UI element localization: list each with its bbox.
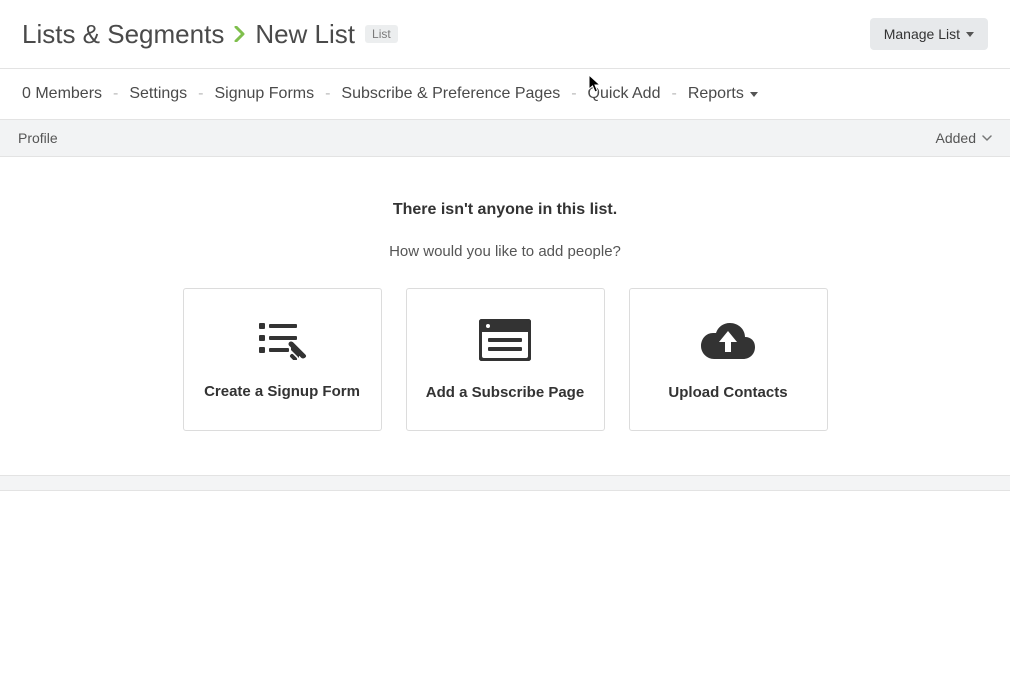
chevron-right-icon xyxy=(234,26,245,42)
tab-signup-forms[interactable]: Signup Forms xyxy=(215,85,315,103)
breadcrumb-root-link[interactable]: Lists & Segments xyxy=(22,19,224,50)
tab-members[interactable]: 0 Members xyxy=(22,85,102,103)
tabs-nav: 0 Members - Settings - Signup Forms - Su… xyxy=(0,69,1010,119)
card-create-signup-form[interactable]: Create a Signup Form xyxy=(183,288,382,431)
tab-separator: - xyxy=(325,85,330,103)
type-badge: List xyxy=(365,25,398,43)
list-header-bar: Profile Added xyxy=(0,119,1010,157)
tab-quick-add[interactable]: Quick Add xyxy=(588,85,661,103)
tab-reports[interactable]: Reports xyxy=(688,85,758,103)
chevron-down-icon xyxy=(982,135,992,141)
manage-list-button[interactable]: Manage List xyxy=(870,18,988,50)
column-added-label: Added xyxy=(936,130,976,146)
manage-list-label: Manage List xyxy=(884,26,960,42)
tab-reports-label: Reports xyxy=(688,85,744,103)
column-added-sort[interactable]: Added xyxy=(936,130,992,146)
tab-separator: - xyxy=(671,85,676,103)
card-label: Create a Signup Form xyxy=(204,383,360,400)
tab-separator: - xyxy=(571,85,576,103)
tab-subscribe-pages[interactable]: Subscribe & Preference Pages xyxy=(341,85,560,103)
breadcrumb: Lists & Segments New List List xyxy=(22,19,398,50)
column-profile: Profile xyxy=(18,130,58,146)
page-header: Lists & Segments New List List Manage Li… xyxy=(0,0,1010,68)
card-upload-contacts[interactable]: Upload Contacts xyxy=(629,288,828,431)
empty-subheading: How would you like to add people? xyxy=(0,243,1010,260)
footer-strip xyxy=(0,475,1010,491)
empty-state: There isn't anyone in this list. How wou… xyxy=(0,157,1010,471)
caret-down-icon xyxy=(750,92,758,97)
action-cards: Create a Signup Form Add a Subscribe Pag… xyxy=(0,288,1010,431)
card-label: Add a Subscribe Page xyxy=(426,384,584,401)
caret-down-icon xyxy=(966,32,974,37)
form-list-icon xyxy=(257,320,307,365)
page-icon xyxy=(479,319,531,366)
card-add-subscribe-page[interactable]: Add a Subscribe Page xyxy=(406,288,605,431)
empty-heading: There isn't anyone in this list. xyxy=(0,201,1010,219)
breadcrumb-current: New List xyxy=(255,19,355,50)
tab-separator: - xyxy=(113,85,118,103)
card-label: Upload Contacts xyxy=(668,384,787,401)
cloud-upload-icon xyxy=(699,319,757,366)
tab-settings[interactable]: Settings xyxy=(129,85,187,103)
tab-separator: - xyxy=(198,85,203,103)
